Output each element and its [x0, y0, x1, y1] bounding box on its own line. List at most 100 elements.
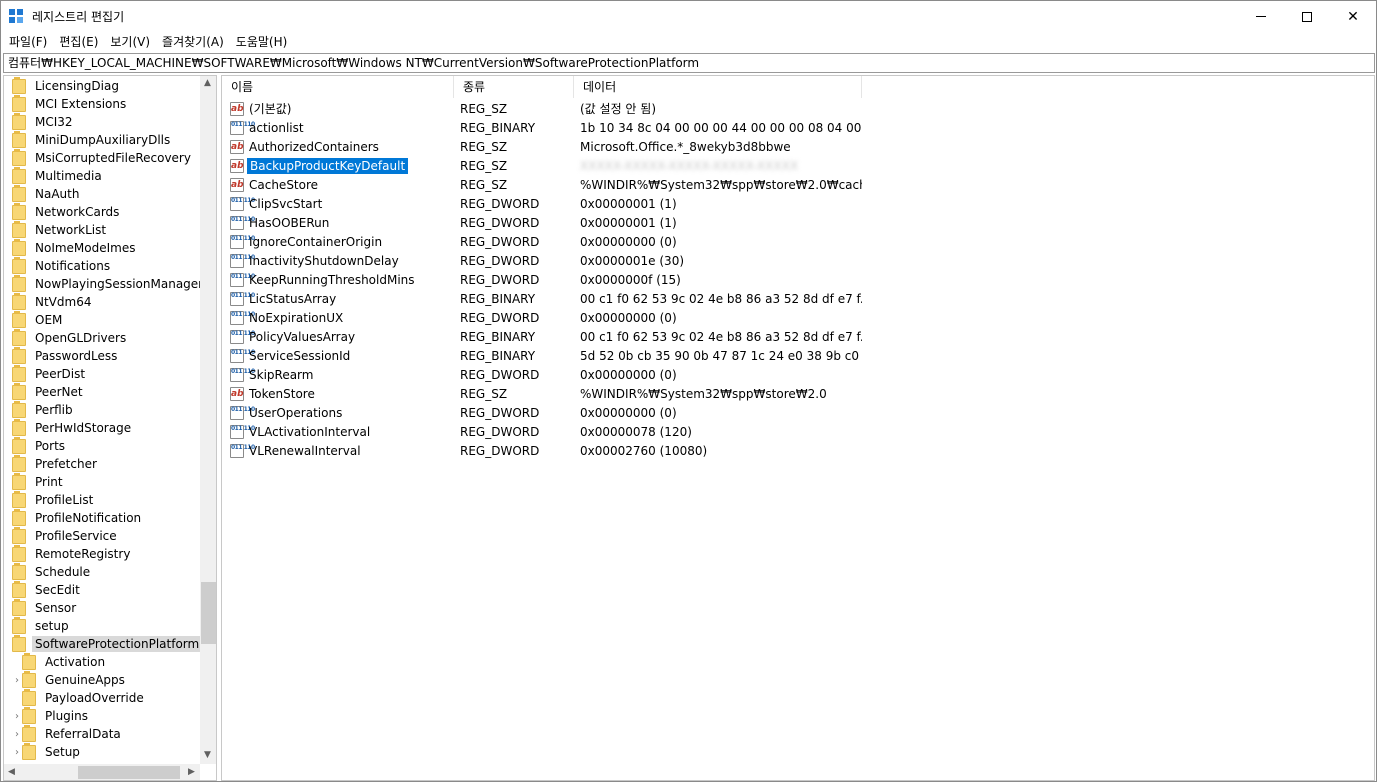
scroll-left-icon[interactable]: ◀ [8, 767, 15, 777]
tree-item[interactable]: NaAuth [4, 184, 82, 203]
binary-value-icon: 011 110 [230, 215, 255, 230]
tree-expander-icon[interactable]: › [12, 725, 22, 743]
tree-item[interactable]: PasswordLess [4, 346, 120, 365]
tree-item[interactable]: OpenGLDrivers [4, 328, 129, 347]
title-bar[interactable]: 레지스트리 편집기 ✕ [1, 1, 1376, 32]
tree-item[interactable]: NetworkList [4, 220, 109, 239]
menu-edit[interactable]: 편집(E) [53, 32, 104, 52]
tree-item[interactable]: NtVdm64 [4, 292, 94, 311]
menu-bar: 파일(F) 편집(E) 보기(V) 즐겨찾기(A) 도움말(H) [1, 32, 1376, 52]
tree-item[interactable]: Activation [12, 652, 108, 671]
tree-item[interactable]: ProfileService [4, 526, 120, 545]
value-name: (기본값) [249, 102, 292, 116]
scroll-down-icon[interactable]: ▼ [204, 750, 211, 760]
tree-item[interactable]: NowPlayingSessionManager [4, 274, 206, 293]
tree-expander-icon [4, 401, 12, 419]
value-row[interactable]: 011 110 NoExpirationUX REG_DWORD 0x00000000… [222, 308, 862, 327]
scroll-up-icon[interactable]: ▲ [204, 78, 211, 88]
menu-favorites[interactable]: 즐겨찾기(A) [156, 32, 230, 52]
tree-item[interactable]: MCI32 [4, 112, 76, 131]
tree-item[interactable]: Schedule [4, 562, 93, 581]
value-row[interactable]: ab TokenStore REG_SZ %WINDIR%₩System32₩spp₩… [222, 384, 862, 403]
key-tree-pane[interactable]: LicensingDiag MCI Extensions MCI32 MiniDump… [3, 75, 217, 781]
value-row[interactable]: 011 110 actionlist REG_BINARY 1b 10 34 8c 0… [222, 118, 862, 137]
value-type: REG_DWORD [460, 272, 540, 287]
tree-item[interactable]: Perflib [4, 400, 76, 419]
menu-view[interactable]: 보기(V) [104, 32, 156, 52]
tree-expander-icon [4, 419, 12, 437]
tree-item[interactable]: PayloadOverride [12, 688, 147, 707]
tree-item[interactable]: PeerNet [4, 382, 86, 401]
maximize-button[interactable] [1284, 1, 1330, 32]
tree-item[interactable]: › Setup [12, 742, 83, 761]
tree-item[interactable]: MsiCorruptedFileRecovery [4, 148, 194, 167]
tree-item[interactable]: Print [4, 472, 66, 491]
tree-vertical-scrollbar[interactable]: ▲ ▼ [200, 76, 216, 764]
tree-item[interactable]: › ReferralData [12, 724, 124, 743]
tree-item[interactable]: › GenuineApps [12, 670, 128, 689]
window-title: 레지스트리 편집기 [32, 10, 125, 24]
value-row[interactable]: 011 110 PolicyValuesArray REG_BINARY 00 c1 … [222, 327, 862, 346]
tree-item[interactable]: MiniDumpAuxiliaryDlls [4, 130, 173, 149]
tree-item[interactable]: PerHwIdStorage [4, 418, 134, 437]
tree-item[interactable]: LicensingDiag [4, 76, 122, 95]
tree-item[interactable]: NoImeModeImes [4, 238, 139, 257]
column-header-data[interactable]: 데이터 [574, 76, 862, 98]
value-name-cell: 011 110 InactivityShutdownDelay [222, 253, 454, 268]
menu-help[interactable]: 도움말(H) [230, 32, 294, 52]
tree-item[interactable]: ProfileList [4, 490, 96, 509]
tree-item[interactable]: Ports [4, 436, 68, 455]
tree-item[interactable]: NetworkCards [4, 202, 122, 221]
value-data: 5d 52 0b cb 35 90 0b 47 87 1c 24 e0 38 9… [580, 348, 862, 363]
value-row[interactable]: 011 110 IgnoreContainerOrigin REG_DWORD 0x0… [222, 232, 862, 251]
value-row[interactable]: 011 110 InactivityShutdownDelay REG_DWORD 0… [222, 251, 862, 270]
menu-file[interactable]: 파일(F) [3, 32, 53, 52]
folder-icon [12, 76, 26, 94]
value-row[interactable]: ab CacheStore REG_SZ %WINDIR%₩System32₩spp₩… [222, 175, 862, 194]
tree-item[interactable]: Prefetcher [4, 454, 100, 473]
column-header-type[interactable]: 종류 [454, 76, 574, 98]
tree-item[interactable]: Notifications [4, 256, 113, 275]
tree-vertical-scroll-thumb[interactable] [201, 582, 216, 644]
value-row[interactable]: 011 110 VLActivationInterval REG_DWORD 0x00… [222, 422, 862, 441]
scroll-right-icon[interactable]: ▶ [188, 767, 195, 777]
value-row[interactable]: 011 110 VLRenewalInterval REG_DWORD 0x00002… [222, 441, 862, 460]
folder-icon [12, 202, 26, 220]
tree-item[interactable]: RemoteRegistry [4, 544, 133, 563]
tree-item[interactable]: PeerDist [4, 364, 88, 383]
tree-item[interactable]: MCI Extensions [4, 94, 129, 113]
value-row[interactable]: 011 110 ClipSvcStart REG_DWORD 0x00000001 (… [222, 194, 862, 213]
tree-item[interactable]: OEM [4, 310, 65, 329]
folder-icon [12, 292, 26, 310]
tree-expander-icon[interactable]: › [12, 707, 22, 725]
tree-horizontal-scrollbar[interactable]: ◀ ▶ [4, 764, 200, 780]
minimize-button[interactable] [1238, 1, 1284, 32]
value-row[interactable]: ab (기본값) REG_SZ (값 설정 안 됨) [222, 99, 862, 118]
value-row[interactable]: 011 110 UserOperations REG_DWORD 0x00000000… [222, 403, 862, 422]
tree-expander-icon[interactable]: › [12, 671, 22, 689]
tree-item[interactable]: SecEdit [4, 580, 83, 599]
tree-item[interactable]: ProfileNotification [4, 508, 144, 527]
tree-horizontal-scroll-thumb[interactable] [78, 766, 180, 779]
value-row[interactable]: 011 110 KeepRunningThresholdMins REG_DWORD… [222, 270, 862, 289]
value-row[interactable]: ab BackupProductKeyDefault REG_SZ XXXXX-XXX… [222, 156, 862, 175]
tree-item[interactable]: Multimedia [4, 166, 105, 185]
close-button[interactable]: ✕ [1330, 1, 1376, 32]
value-row[interactable]: 011 110 SkipRearm REG_DWORD 0x00000000 (0) [222, 365, 862, 384]
value-row[interactable]: 011 110 ServiceSessionId REG_BINARY 5d 52 0… [222, 346, 862, 365]
column-header-name[interactable]: 이름 [222, 76, 454, 98]
value-row[interactable]: ab AuthorizedContainers REG_SZ Microsoft.Of… [222, 137, 862, 156]
tree-item[interactable]: SoftwareProtectionPlatform [4, 634, 203, 653]
value-type: REG_DWORD [460, 424, 540, 439]
tree-item[interactable]: Sensor [4, 598, 79, 617]
tree-item[interactable]: › Plugins [12, 706, 91, 725]
value-data: (값 설정 안 됨) [580, 102, 657, 116]
tree-item-label: ProfileService [35, 529, 117, 543]
address-bar[interactable]: 컴퓨터₩HKEY_LOCAL_MACHINE₩SOFTWARE₩Microsof… [3, 53, 1375, 73]
value-row[interactable]: 011 110 LicStatusArray REG_BINARY 00 c1 f0 … [222, 289, 862, 308]
tree-item[interactable]: setup [4, 616, 72, 635]
value-list-pane[interactable]: 이름 종류 데이터 ab (기본값) REG_SZ (값 설정 안 됨) 011 110… [221, 75, 1375, 781]
value-data: %WINDIR%₩System32₩spp₩store₩2.0₩cache [580, 177, 862, 192]
value-row[interactable]: 011 110 HasOOBERun REG_DWORD 0x00000001 (1) [222, 213, 862, 232]
tree-expander-icon[interactable]: › [12, 743, 22, 761]
